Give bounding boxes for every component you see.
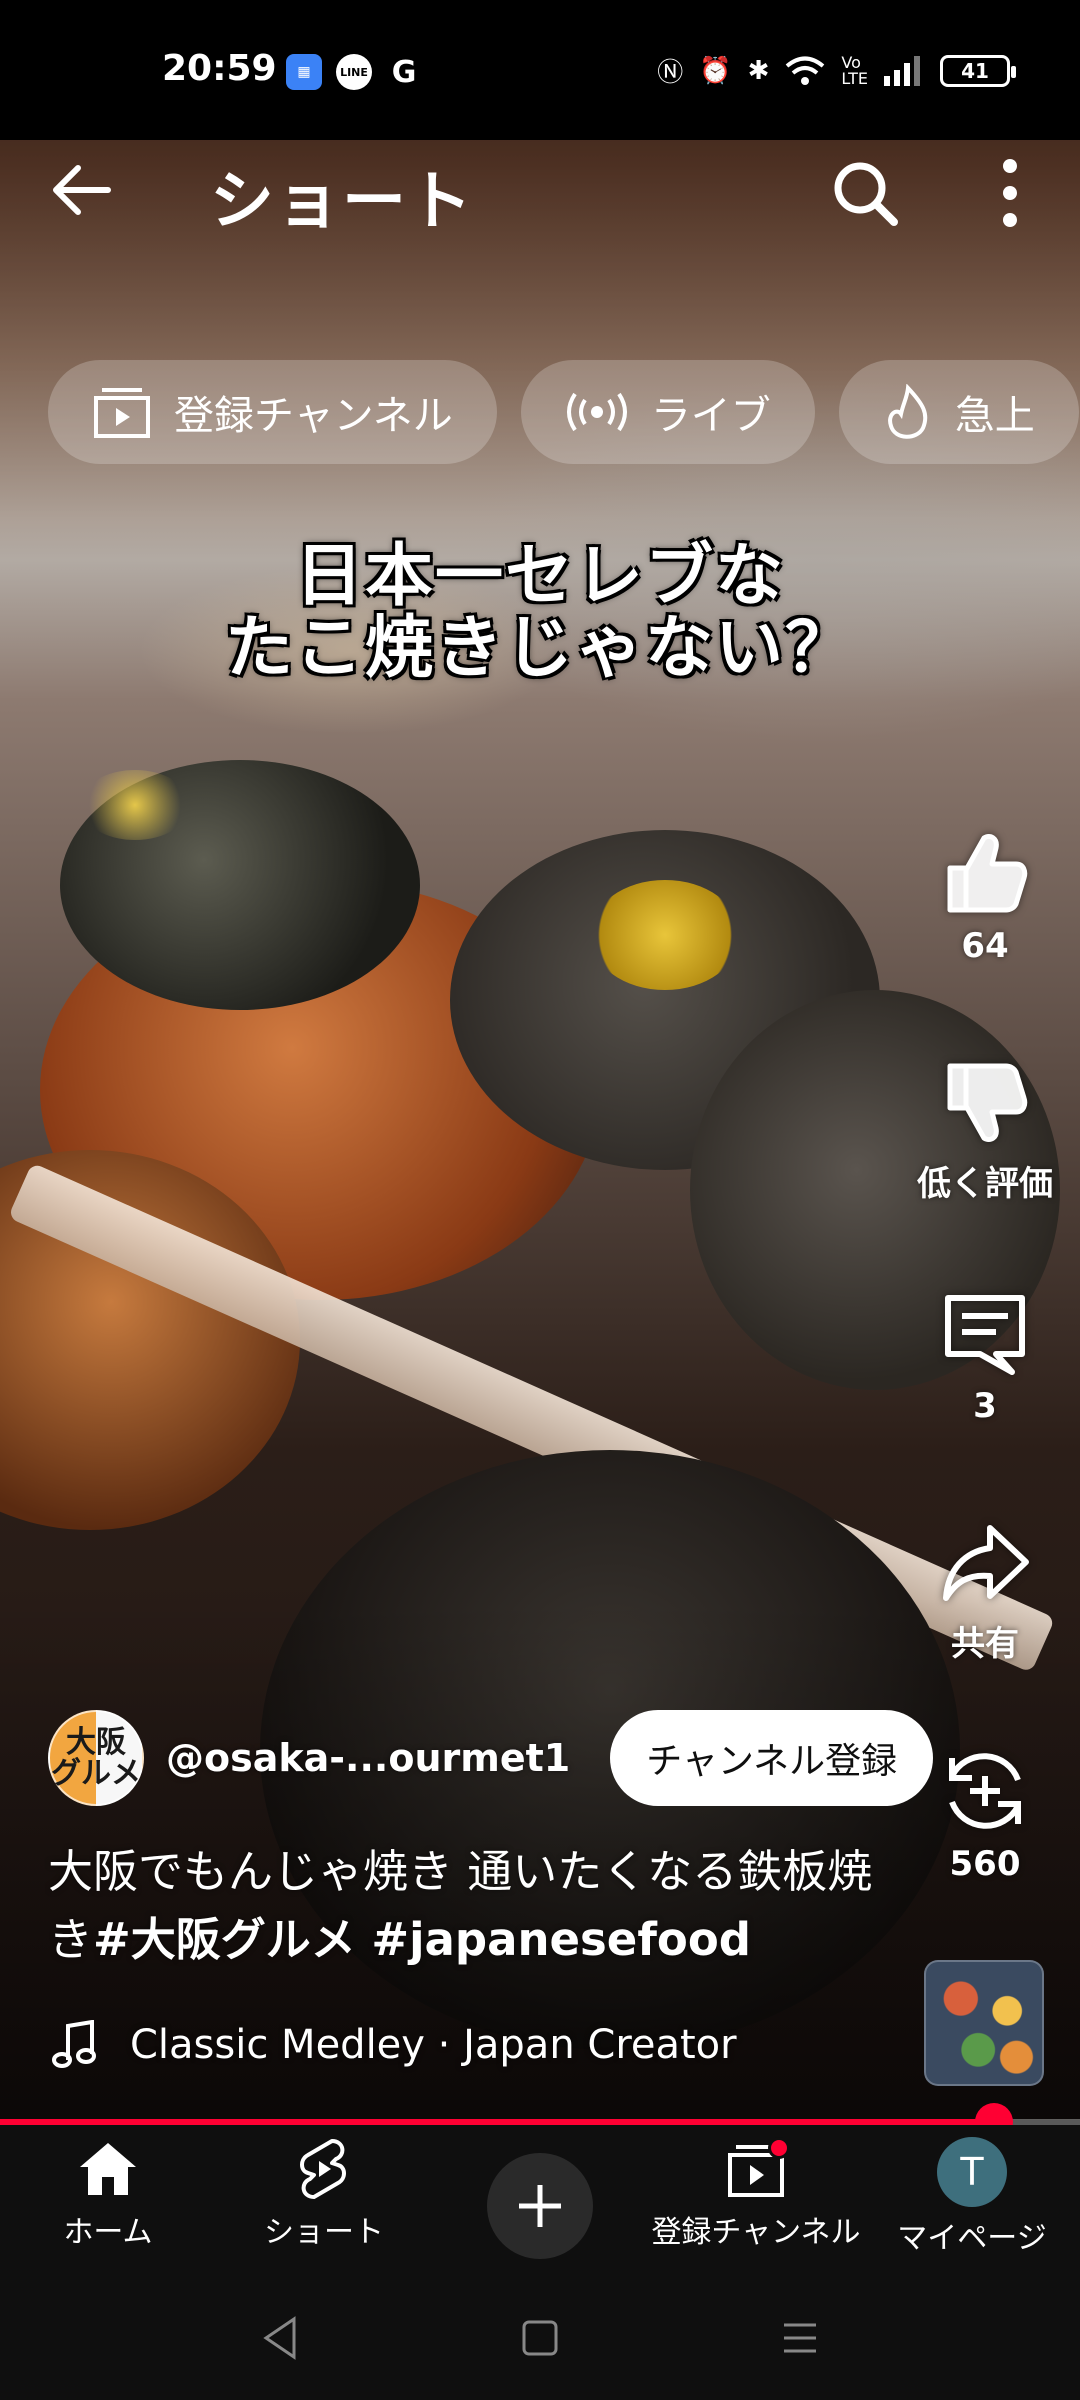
chip-live[interactable]: ライブ <box>520 360 815 464</box>
chip-label: ライブ <box>650 393 771 439</box>
status-time: 20:59 <box>162 48 277 89</box>
live-icon <box>566 392 627 432</box>
music-label: Classic Medley · Japan Creator <box>130 2022 737 2068</box>
bluetooth-icon: ✱ <box>747 55 770 86</box>
chip-trending[interactable]: 急上 <box>838 360 1079 464</box>
status-bar: 20:59 ▦ LINE G Ⓝ ⏰ ✱ Vo LTE 41 <box>0 0 1080 140</box>
battery-icon: 41 <box>940 54 1016 87</box>
music-note-icon <box>52 2020 96 2068</box>
battery-level: 41 <box>961 58 989 83</box>
status-app-icons: ▦ LINE G <box>286 54 422 90</box>
notification-dot <box>768 2137 790 2159</box>
line-icon: LINE <box>336 54 372 90</box>
nav-home[interactable]: ホーム <box>0 2137 216 2251</box>
share-label: 共有 <box>951 1624 1019 1664</box>
wifi-icon <box>786 56 825 85</box>
app-header: ショート <box>0 140 1080 240</box>
chip-subscriptions[interactable]: 登録チャンネル <box>48 360 497 464</box>
search-button[interactable] <box>830 158 900 228</box>
search-icon <box>834 162 898 226</box>
back-button[interactable] <box>48 160 118 220</box>
shorts-icon <box>300 2139 346 2199</box>
video-overlay-caption: 日本一セレブな たこ焼きじゃない？ <box>0 540 1080 684</box>
nav-mypage-label: マイページ <box>897 2221 1047 2256</box>
system-recents-icon[interactable] <box>780 2313 820 2363</box>
google-icon: G <box>391 54 417 90</box>
system-back-icon[interactable] <box>260 2313 300 2363</box>
channel-row: 大阪 グルメ @osaka-...ourmet1 チャンネル登録 <box>48 1708 934 1808</box>
video-image-gold-leaf-small <box>80 770 190 840</box>
calendar-icon: ▦ <box>286 54 322 90</box>
trending-icon <box>887 384 928 439</box>
more-vert-icon <box>1003 159 1017 227</box>
comment-count: 3 <box>973 1386 997 1426</box>
dislike-label: 低く評価 <box>917 1164 1053 1204</box>
chip-label: 登録チャンネル <box>174 393 453 439</box>
status-indicators: Ⓝ ⏰ ✱ Vo LTE 41 <box>657 52 1016 89</box>
nfc-icon: Ⓝ <box>657 58 684 88</box>
channel-handle[interactable]: @osaka-...ourmet1 <box>166 1736 570 1780</box>
bottom-navigation: ホーム ショート 登録チャンネル T マイページ <box>0 2125 1080 2285</box>
music-row[interactable]: Classic Medley · Japan Creator <box>52 2020 737 2070</box>
arrow-left-icon <box>53 165 111 215</box>
volte-icon: Vo LTE <box>841 52 868 88</box>
nav-shorts-label: ショート <box>264 2215 384 2250</box>
subscriptions-icon <box>94 388 150 438</box>
comments-button[interactable]: 3 <box>900 1288 1070 1426</box>
nav-shorts[interactable]: ショート <box>216 2137 432 2251</box>
page-title: ショート <box>210 165 474 239</box>
home-icon <box>80 2143 136 2195</box>
thumbs-down-icon <box>947 1063 1028 1143</box>
chip-label: 急上 <box>954 393 1035 439</box>
comment-icon <box>945 1295 1025 1375</box>
remix-count: 560 <box>949 1844 1021 1884</box>
title-hashtags[interactable]: #大阪グルメ #japanesefood <box>93 1913 751 1966</box>
thumbs-up-icon <box>947 833 1028 913</box>
dislike-button[interactable]: 低く評価 <box>900 1058 1070 1205</box>
nav-mypage[interactable]: T マイページ <box>864 2137 1080 2257</box>
like-button[interactable]: 64 <box>900 828 1070 966</box>
signal-icon <box>884 55 920 86</box>
more-options-button[interactable] <box>990 158 1030 228</box>
nav-home-label: ホーム <box>63 2215 153 2250</box>
remix-icon <box>949 1753 1021 1829</box>
video-title[interactable]: 大阪でもんじゃ焼き 通いたくなる鉄板焼き#大阪グルメ #japanesefood <box>48 1838 908 1973</box>
share-button[interactable]: 共有 <box>900 1518 1070 1665</box>
like-count: 64 <box>961 926 1009 966</box>
user-avatar: T <box>937 2137 1007 2207</box>
caption-line-1: 日本一セレブな <box>294 536 785 616</box>
create-button[interactable] <box>487 2153 593 2259</box>
alarm-icon: ⏰ <box>699 55 732 86</box>
nav-subscriptions[interactable]: 登録チャンネル <box>648 2137 864 2251</box>
system-navigation-bar <box>0 2285 1080 2400</box>
system-home-icon[interactable] <box>520 2313 560 2363</box>
video-image-gold-leaf <box>590 880 740 990</box>
avatar-text-line1: 大阪 <box>66 1724 126 1760</box>
plus-icon <box>519 2185 561 2227</box>
channel-avatar[interactable]: 大阪 グルメ <box>48 1710 144 1806</box>
nav-subscriptions-label: 登録チャンネル <box>651 2215 861 2250</box>
subscribe-button[interactable]: チャンネル登録 <box>610 1710 934 1806</box>
avatar-text-line2: グルメ <box>51 1756 141 1791</box>
music-thumbnail[interactable] <box>924 1960 1044 2086</box>
filter-chips: 登録チャンネル ライブ 急上 <box>48 360 1079 464</box>
caption-line-2: たこ焼きじゃない？ <box>224 608 855 689</box>
share-icon <box>943 1525 1029 1601</box>
